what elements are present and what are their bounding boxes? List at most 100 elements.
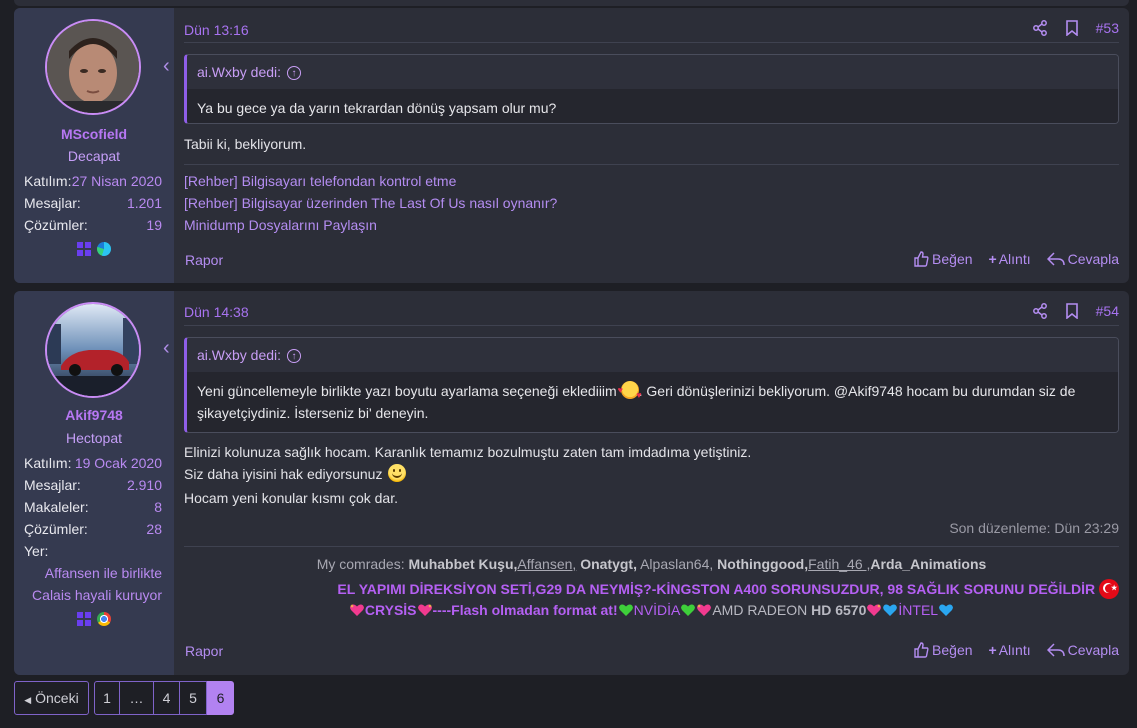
stat-solutions: Çözümler: 28: [24, 521, 162, 537]
page-6-current[interactable]: 6: [207, 681, 234, 715]
stat-messages: Mesajlar: 2.910: [24, 477, 162, 493]
sparkling-heart-icon: [867, 604, 882, 616]
smiling-face-with-hearts-emoji: ♥ ♥: [618, 381, 642, 400]
plus-icon: +: [988, 251, 997, 267]
user-title: Hectopat: [65, 430, 123, 446]
quote-text: Ya bu gece ya da yarın tekrardan dönüş y…: [187, 89, 1118, 123]
windows-icon: [77, 612, 92, 627]
bookmark-icon[interactable]: [1064, 20, 1080, 36]
green-heart-icon: [618, 604, 633, 616]
chevron-left-icon: ‹: [163, 55, 170, 77]
arrow-up-icon[interactable]: ↑: [287, 349, 302, 364]
signature-link-2[interactable]: [Rehber] Bilgisayar üzerinden The Last O…: [184, 195, 557, 211]
device-icons: [14, 240, 174, 257]
reply-button[interactable]: Cevapla: [1046, 642, 1119, 658]
post-main: Dün 14:38 #54 ai.Wxby dedi: ↑ Yeni güncel…: [184, 291, 1119, 675]
post-actions: Beğen + Alıntı Cevapla: [897, 251, 1119, 267]
report-link[interactable]: Rapor: [185, 643, 223, 659]
post-main: Dün 13:16 #53 ai.Wxby dedi: ↑ Ya bu gece …: [184, 8, 1119, 283]
sparkling-heart-icon: [417, 604, 432, 616]
stat-messages: Mesajlar: 1.201: [24, 195, 162, 211]
user-panel: MScofield Decapat Katılım: 27 Nisan 2020…: [14, 8, 174, 283]
post-53: MScofield Decapat Katılım: 27 Nisan 2020…: [14, 8, 1129, 283]
quote-block: ai.Wxby dedi: ↑ Yeni güncellemeyle birlik…: [184, 337, 1119, 433]
blue-heart-icon: [939, 604, 953, 616]
post-number[interactable]: #53: [1096, 20, 1119, 36]
thumbs-up-icon: [914, 642, 929, 658]
stat-joined: Katılım: 27 Nisan 2020: [24, 173, 162, 189]
post-header-actions: #53: [1016, 18, 1119, 38]
arrow-up-icon[interactable]: ↑: [287, 66, 302, 81]
post-body-line-2: Siz daha iyisini hak ediyorsunuz: [184, 463, 407, 485]
stat-joined: Katılım: 19 Ocak 2020: [24, 455, 162, 471]
user-title: Decapat: [67, 148, 121, 164]
reply-icon: [1046, 643, 1065, 657]
signature-divider: [184, 164, 1119, 165]
post-54: Akif9748 Hectopat Katılım: 19 Ocak 2020 …: [14, 291, 1129, 675]
signature-divider: [184, 546, 1119, 547]
page-ellipsis[interactable]: …: [120, 681, 154, 715]
blue-heart-icon: [883, 604, 898, 616]
avatar[interactable]: [45, 19, 141, 115]
chevron-left-icon: ‹: [163, 337, 170, 359]
username[interactable]: MScofield: [14, 126, 174, 142]
page-5[interactable]: 5: [180, 681, 207, 715]
caret-left-icon: ◀: [24, 695, 32, 705]
share-icon[interactable]: [1032, 303, 1048, 319]
turkey-flag-icon: ★: [1099, 579, 1119, 599]
edge-icon: [96, 242, 111, 257]
signature-link-3[interactable]: Minidump Dosyalarını Paylaşın: [184, 217, 377, 233]
pagination: ◀ Önceki 1 … 4 5 6: [14, 681, 234, 715]
post-number[interactable]: #54: [1096, 303, 1119, 319]
location-line-1: Affansen ile birlikte: [44, 565, 162, 581]
user-panel: Akif9748 Hectopat Katılım: 19 Ocak 2020 …: [14, 291, 174, 675]
like-button[interactable]: Beğen: [913, 642, 973, 658]
quote-button[interactable]: + Alıntı: [989, 642, 1031, 658]
quote-text: Yeni güncellemeyle birlikte yazı boyutu …: [187, 372, 1118, 432]
post-body-line-3: Hocam yeni konular kısmı çok dar.: [184, 490, 398, 506]
post-header-actions: #54: [1016, 301, 1119, 321]
quote-header[interactable]: ai.Wxby dedi: ↑: [187, 338, 1118, 372]
previous-post-edge: [14, 0, 1129, 6]
last-edited: Son düzenleme: Dün 23:29: [949, 520, 1119, 536]
post-body: Tabii ki, bekliyorum.: [184, 136, 307, 152]
sparkling-heart-icon: [349, 604, 364, 616]
report-link[interactable]: Rapor: [185, 252, 223, 268]
stat-location: Yer:: [24, 543, 49, 559]
post-body-line-1: Elinizi kolunuza sağlık hocam. Karanlık …: [184, 444, 752, 460]
post-date[interactable]: Dün 13:16: [184, 22, 249, 38]
smiley-emoji: [388, 464, 407, 482]
share-icon[interactable]: [1032, 20, 1048, 36]
thumbs-up-icon: [914, 251, 929, 267]
signature-line-2: EL YAPIMI DİREKSİYON SETİ,G29 DA NEYMİŞ?…: [337, 579, 1119, 599]
reply-icon: [1046, 252, 1065, 266]
avatar[interactable]: [45, 302, 141, 398]
post-actions: Beğen + Alıntı Cevapla: [897, 642, 1119, 658]
like-button[interactable]: Beğen: [913, 251, 973, 267]
page-1[interactable]: 1: [94, 681, 120, 715]
quote-author[interactable]: ai.Wxby dedi:: [197, 347, 281, 363]
chrome-icon: [96, 612, 111, 627]
signature-comrades: My comrades: Muhabbet Kuşu,Affansen, Ona…: [316, 556, 987, 572]
device-icons: [14, 610, 174, 627]
quote-header[interactable]: ai.Wxby dedi: ↑: [187, 55, 1118, 89]
quote-block: ai.Wxby dedi: ↑ Ya bu gece ya da yarın te…: [184, 54, 1119, 124]
quote-button[interactable]: + Alıntı: [989, 251, 1031, 267]
page-4[interactable]: 4: [154, 681, 180, 715]
location-line-2: Calais hayali kuruyor: [32, 587, 162, 603]
bookmark-icon[interactable]: [1064, 303, 1080, 319]
green-heart-icon: [681, 604, 696, 616]
post-date[interactable]: Dün 14:38: [184, 304, 249, 320]
windows-icon: [77, 242, 92, 257]
quote-author[interactable]: ai.Wxby dedi:: [197, 64, 281, 80]
header-divider: [184, 325, 1119, 326]
stat-solutions: Çözümler: 19: [24, 217, 162, 233]
previous-page-button[interactable]: ◀ Önceki: [14, 681, 89, 715]
reply-button[interactable]: Cevapla: [1046, 251, 1119, 267]
plus-icon: +: [988, 642, 997, 658]
username[interactable]: Akif9748: [14, 407, 174, 423]
signature-line-3: CRYSİS ----Flash olmadan format at! NVİDİA…: [184, 602, 1119, 618]
sparkling-heart-icon: [697, 604, 712, 616]
header-divider: [184, 42, 1119, 43]
signature-link-1[interactable]: [Rehber] Bilgisayarı telefondan kontrol …: [184, 173, 456, 189]
